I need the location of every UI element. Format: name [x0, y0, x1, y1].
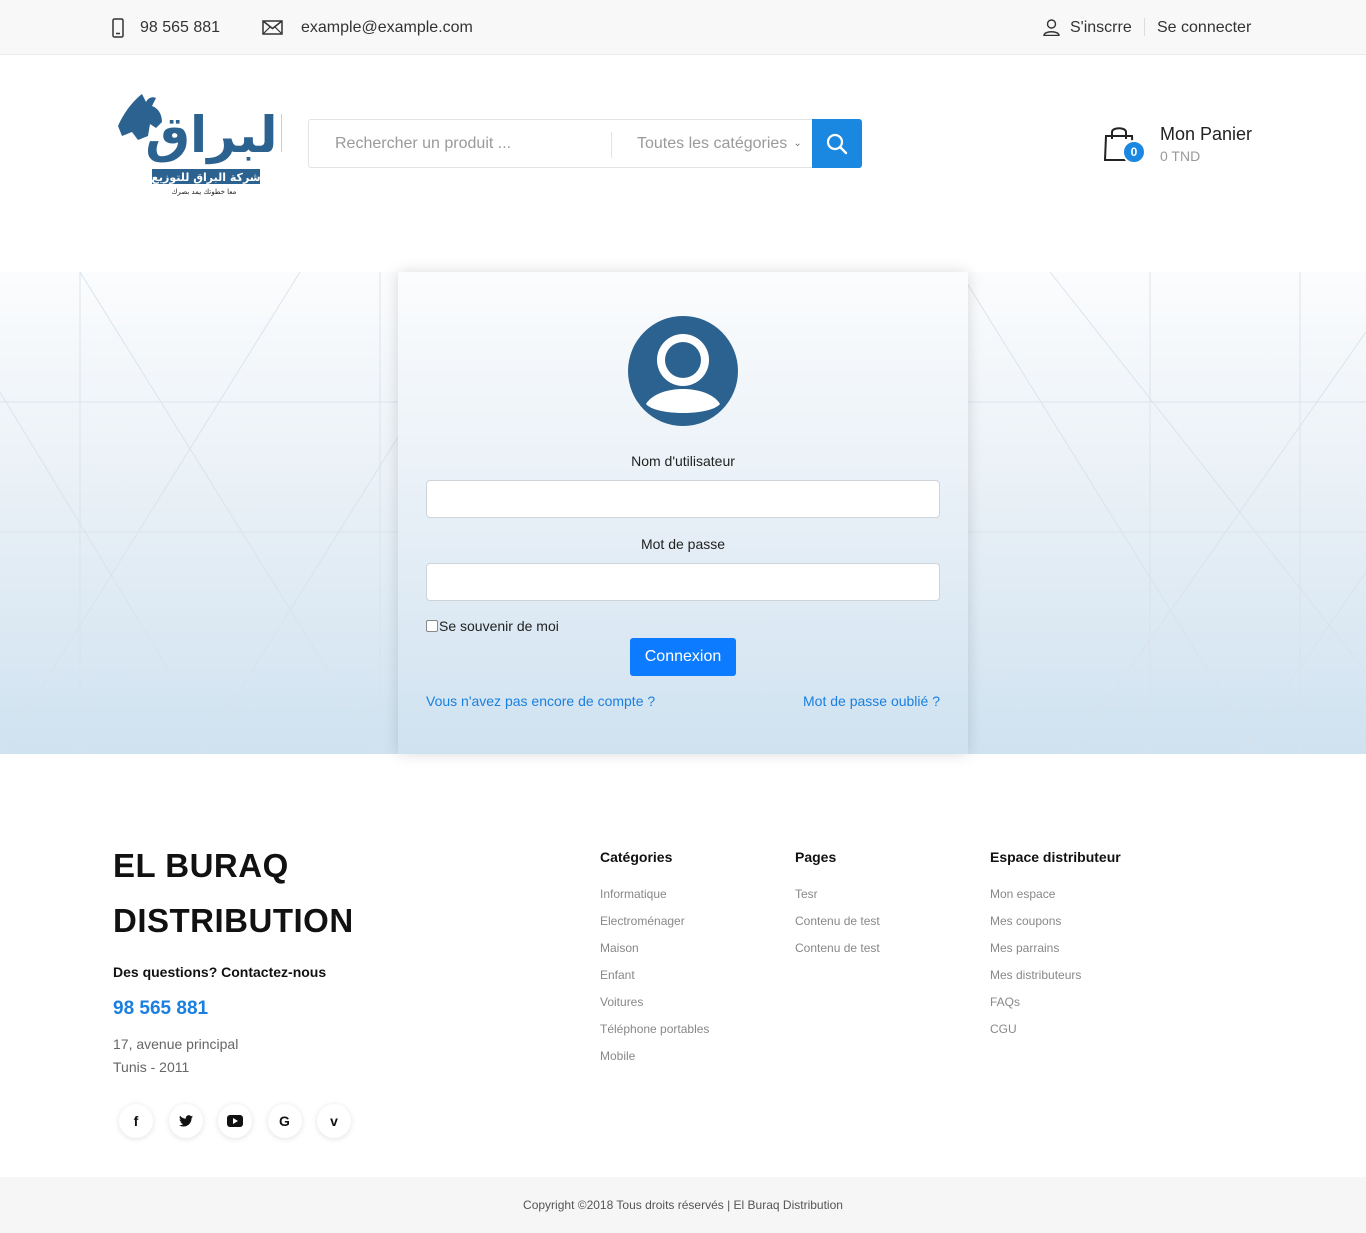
search-button[interactable]	[812, 119, 862, 168]
svg-text:معا خطوتك يمد بصرك: معا خطوتك يمد بصرك	[172, 188, 237, 196]
footer-link[interactable]: Informatique	[600, 887, 709, 914]
topbar-divider	[1144, 18, 1145, 36]
register-label: S'inscrre	[1070, 18, 1132, 36]
svg-text:شركة البراق للتوزيع: شركة البراق للتوزيع	[151, 171, 260, 184]
youtube-icon[interactable]	[218, 1104, 252, 1138]
top-email[interactable]: example@example.com	[262, 0, 473, 55]
top-phone-number: 98 565 881	[140, 18, 221, 36]
footer-address-line1: 17, avenue principal	[113, 1036, 239, 1052]
category-select-label: Toutes les catégories	[637, 134, 788, 152]
top-phone[interactable]: 98 565 881	[112, 0, 220, 55]
footer-column-title: Pages	[795, 849, 837, 865]
remember-me[interactable]: Se souvenir de moi	[426, 618, 559, 634]
mail-icon	[262, 20, 283, 35]
vimeo-icon[interactable]: v	[317, 1104, 351, 1138]
footer-link[interactable]: Enfant	[600, 968, 709, 995]
footer-brand: EL BURAQ DISTRIBUTION	[113, 847, 354, 939]
google-icon[interactable]: G	[267, 1104, 302, 1138]
footer-column-distributor: Espace distributeur Mon espace Mes coupo…	[990, 849, 1121, 1049]
footer-link[interactable]: CGU	[990, 1022, 1121, 1049]
footer-link[interactable]: Mes coupons	[990, 914, 1121, 941]
footer-column-title: Espace distributeur	[990, 849, 1121, 865]
facebook-icon[interactable]: f	[119, 1104, 153, 1138]
register-link[interactable]: S'inscrre	[1043, 0, 1132, 55]
top-email-address: example@example.com	[301, 18, 473, 36]
remember-me-label: Se souvenir de moi	[439, 618, 559, 634]
footer-link[interactable]: Maison	[600, 941, 709, 968]
search-divider	[611, 132, 612, 158]
footer-link[interactable]: FAQs	[990, 995, 1121, 1022]
footer-link[interactable]: Mon espace	[990, 887, 1121, 914]
svg-text:البراق: البراق	[145, 106, 282, 165]
login-button[interactable]: Connexion	[630, 638, 736, 676]
no-account-link[interactable]: Vous n'avez pas encore de compte ?	[426, 693, 655, 709]
cart-count-badge: 0	[1122, 140, 1146, 164]
footer-address-line2: Tunis - 2011	[113, 1059, 190, 1075]
footer-link[interactable]: Contenu de test	[795, 941, 880, 968]
site-logo[interactable]: البراق شركة البراق للتوزيع معا خطوتك يمد…	[112, 90, 295, 198]
footer-link[interactable]: Electroménager	[600, 914, 709, 941]
top-bar: 98 565 881 example@example.com S'inscrre…	[0, 0, 1366, 55]
footer-link[interactable]: Mes parrains	[990, 941, 1121, 968]
username-label: Nom d'utilisateur	[631, 453, 735, 469]
category-select[interactable]: Toutes les catégories ⌄	[637, 120, 802, 167]
twitter-icon[interactable]	[168, 1104, 203, 1138]
footer-column-categories: Catégories Informatique Electroménager M…	[600, 849, 709, 1076]
social-links: f G v	[119, 1104, 367, 1138]
password-field[interactable]	[426, 563, 940, 601]
footer-link[interactable]: Téléphone portables	[600, 1022, 709, 1049]
footer-link[interactable]: Contenu de test	[795, 914, 880, 941]
footer-link[interactable]: Tesr	[795, 887, 880, 914]
search-bar: Toutes les catégories ⌄	[308, 119, 862, 168]
phone-icon	[112, 17, 124, 38]
remember-me-checkbox[interactable]	[426, 620, 438, 632]
search-icon	[826, 133, 848, 154]
footer-link[interactable]: Mes distributeurs	[990, 968, 1121, 995]
chevron-down-icon: ⌄	[793, 138, 802, 149]
user-avatar-icon	[628, 316, 738, 426]
forgot-password-link[interactable]: Mot de passe oublié ?	[803, 693, 940, 709]
login-card: Nom d'utilisateur Mot de passe Se souven…	[398, 272, 968, 754]
cart-total: 0 TND	[1160, 148, 1201, 164]
search-input[interactable]	[309, 120, 609, 167]
footer-column-title: Catégories	[600, 849, 673, 865]
login-link[interactable]: Se connecter	[1157, 0, 1251, 55]
username-field[interactable]	[426, 480, 940, 518]
footer-question: Des questions? Contactez-nous	[113, 964, 327, 980]
footer-column-pages: Pages Tesr Contenu de test Contenu de te…	[795, 849, 880, 968]
password-label: Mot de passe	[640, 536, 726, 552]
user-icon	[1043, 19, 1060, 36]
footer-link[interactable]: Mobile	[600, 1049, 709, 1076]
cart-title: Mon Panier	[1160, 124, 1253, 144]
footer-phone[interactable]: 98 565 881	[113, 998, 208, 1020]
footer-link[interactable]: Voitures	[600, 995, 709, 1022]
copyright: Copyright ©2018 Tous droits réservés | E…	[0, 1177, 1366, 1233]
